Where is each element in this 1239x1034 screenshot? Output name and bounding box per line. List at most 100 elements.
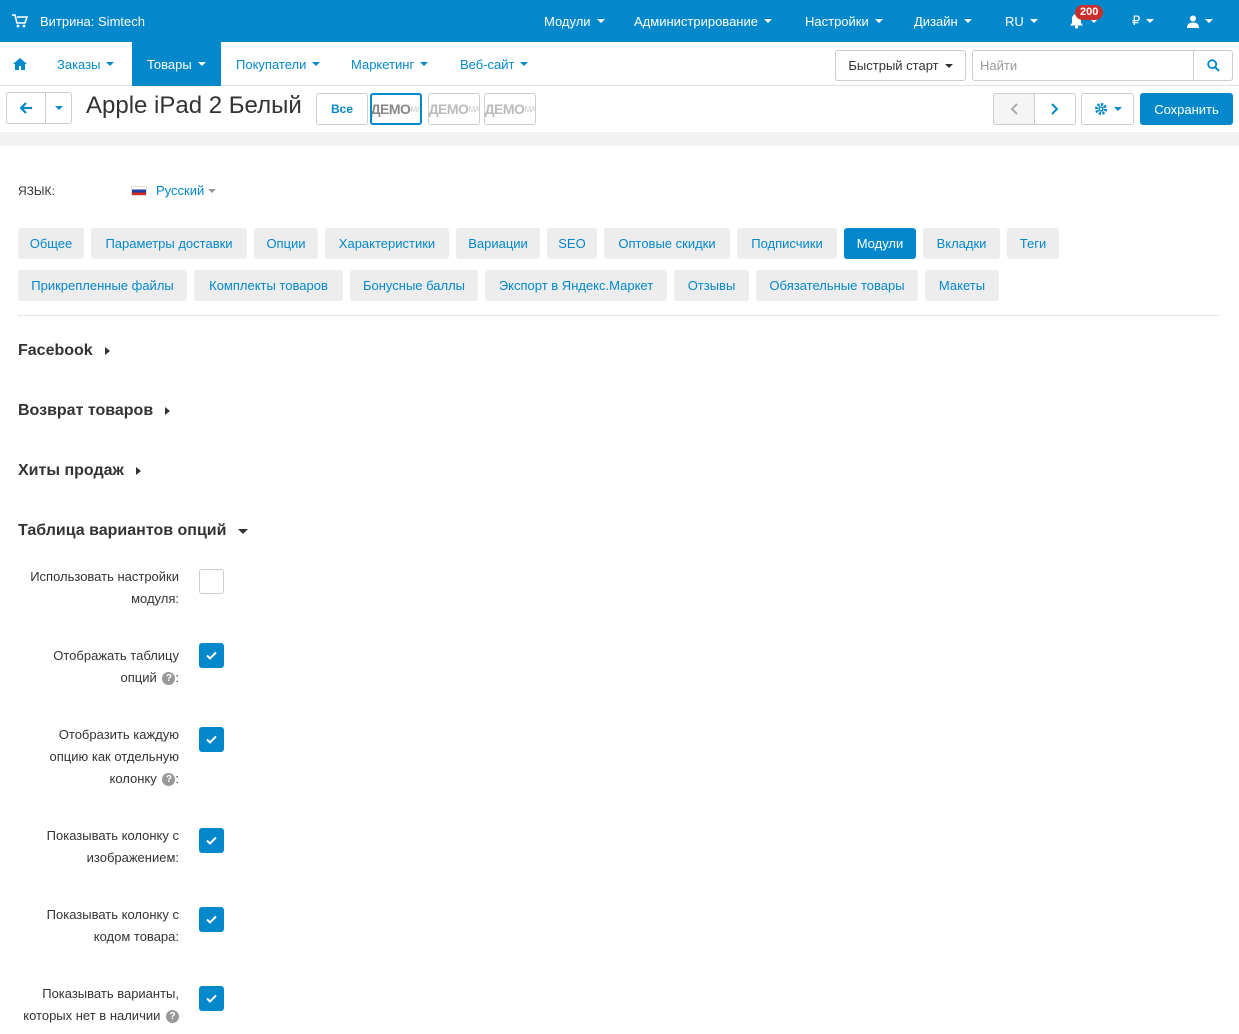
field-label-option-as-column: Отобразить каждую опцию как отдельную коло… — [49, 727, 179, 787]
tab-attachments[interactable]: Прикрепленные файлы — [18, 270, 187, 301]
tab-tags[interactable]: Теги — [1007, 228, 1059, 259]
help-icon[interactable]: ? — [162, 672, 176, 686]
image-thumbnail[interactable]: ДЕМО МА — [428, 93, 480, 125]
checkmark-icon — [206, 836, 217, 845]
menu-settings[interactable]: Настройки — [805, 0, 883, 42]
thumbnail-label: ДЕМО — [428, 101, 469, 117]
sku-column-checkbox[interactable] — [199, 907, 224, 932]
tab-tabs[interactable]: Вкладки — [923, 228, 1000, 259]
search-input[interactable] — [972, 50, 1194, 81]
chevron-down-icon — [963, 19, 972, 23]
tab-label: Отзывы — [687, 278, 736, 293]
caret-right-icon — [165, 407, 171, 415]
tab-bundles[interactable]: Комплекты товаров — [194, 270, 343, 301]
search-button[interactable] — [1193, 50, 1233, 81]
show-options-table-checkbox[interactable] — [199, 643, 224, 668]
out-of-stock-checkbox[interactable] — [199, 986, 224, 1011]
tab-variations[interactable]: Вариации — [456, 228, 540, 259]
quick-start-label: Быстрый старт — [848, 58, 939, 73]
tab-general[interactable]: Общее — [18, 228, 84, 259]
chevron-down-icon — [312, 62, 321, 66]
nav-marketing[interactable]: Маркетинг — [351, 42, 429, 86]
menu-language[interactable]: RU — [1005, 0, 1038, 42]
settings-menu-button[interactable] — [1081, 93, 1134, 125]
chevron-down-icon — [596, 19, 605, 23]
tab-required-products[interactable]: Обязательные товары — [756, 270, 918, 301]
use-module-settings-checkbox[interactable] — [199, 569, 224, 594]
tab-label: SEO — [558, 236, 586, 251]
section-title: Возврат товаров — [18, 402, 154, 419]
image-thumbnail[interactable]: ДЕМО МА — [484, 93, 536, 125]
back-dropdown-button[interactable] — [45, 92, 72, 124]
nav-orders-label: Заказы — [57, 56, 101, 72]
notifications-badge: 200 — [1075, 5, 1104, 20]
tab-seo[interactable]: SEO — [547, 228, 597, 259]
section-bestsellers[interactable]: Хиты продаж — [18, 462, 141, 480]
checkmark-icon — [206, 651, 217, 660]
caret-down-icon — [238, 528, 249, 534]
section-option-variants-table[interactable]: Таблица вариантов опций — [18, 522, 249, 540]
section-title: Таблица вариантов опций — [18, 522, 227, 539]
field-label-sku-column: Показывать колонку с кодом товара: — [46, 907, 179, 944]
image-thumbnail[interactable]: ДЕМО МА — [370, 93, 422, 125]
image-column-checkbox[interactable] — [199, 828, 224, 853]
tab-subscribers[interactable]: Подписчики — [737, 228, 837, 259]
field-label-image-column: Показывать колонку с изображением: — [46, 828, 179, 865]
chevron-left-icon — [1010, 103, 1018, 115]
prev-product-button[interactable] — [993, 93, 1035, 125]
all-images-button[interactable]: Все — [316, 93, 368, 125]
arrow-left-icon — [19, 102, 32, 114]
chevron-down-icon — [197, 62, 206, 66]
menu-language-label: RU — [1005, 13, 1024, 29]
field-label-out-of-stock: Показывать варианты, которых нет в наличи… — [23, 986, 179, 1024]
tab-shipping[interactable]: Параметры доставки — [91, 228, 247, 259]
next-product-button[interactable] — [1034, 93, 1076, 125]
save-button[interactable]: Сохранить — [1140, 93, 1233, 125]
nav-website[interactable]: Веб-сайт — [460, 42, 529, 86]
top-bar: Витрина: Simtech Модули Администрировани… — [0, 0, 1239, 42]
save-label: Сохранить — [1154, 101, 1219, 117]
home-button[interactable] — [13, 42, 27, 86]
quick-start-button[interactable]: Быстрый старт — [835, 50, 966, 81]
tab-label: Характеристики — [338, 236, 436, 251]
nav-products[interactable]: Товары — [132, 42, 221, 86]
tab-label: Параметры доставки — [105, 236, 233, 251]
nav-orders[interactable]: Заказы — [57, 42, 115, 86]
tab-label: Макеты — [938, 278, 986, 293]
chevron-down-icon — [944, 63, 953, 68]
chevron-down-icon — [520, 62, 529, 66]
chevron-down-icon — [106, 62, 115, 66]
thumbnail-sup: МА — [468, 104, 480, 114]
section-returns[interactable]: Возврат товаров — [18, 402, 171, 420]
tab-options[interactable]: Опции — [254, 228, 318, 259]
menu-modules[interactable]: Модули — [544, 0, 605, 42]
menu-currency[interactable]: ₽ — [1132, 0, 1155, 42]
tab-layouts[interactable]: Макеты — [925, 270, 999, 301]
all-images-label: Все — [330, 102, 353, 116]
tab-reward-points[interactable]: Бонусные баллы — [350, 270, 478, 301]
tab-features[interactable]: Характеристики — [325, 228, 449, 259]
section-facebook[interactable]: Facebook — [18, 342, 110, 360]
nav-customers[interactable]: Покупатели — [236, 42, 321, 86]
menu-design[interactable]: Дизайн — [914, 0, 972, 42]
tab-wholesale[interactable]: Оптовые скидки — [604, 228, 730, 259]
help-icon[interactable]: ? — [166, 1010, 179, 1024]
option-as-column-checkbox[interactable] — [199, 727, 224, 752]
tab-yandex-market[interactable]: Экспорт в Яндекс.Маркет — [485, 270, 667, 301]
language-select[interactable]: Русский — [131, 183, 217, 198]
chevron-right-icon — [1051, 103, 1059, 115]
tabs-divider — [18, 315, 1219, 316]
storefront-label: Витрина: Simtech — [40, 13, 145, 29]
russia-flag-icon — [131, 185, 147, 196]
storefront-selector[interactable]: Витрина: Simtech — [12, 0, 145, 42]
user-menu[interactable] — [1187, 0, 1213, 42]
help-icon[interactable]: ? — [162, 773, 176, 787]
chevron-down-icon — [1205, 19, 1213, 23]
tab-modules[interactable]: Модули — [844, 228, 916, 259]
field-label-use-module-settings: Использовать настройки модуля: — [30, 569, 179, 606]
menu-administration[interactable]: Администрирование — [634, 0, 772, 42]
tab-label: Бонусные баллы — [362, 278, 466, 293]
menu-currency-label: ₽ — [1132, 13, 1141, 28]
back-button[interactable] — [6, 92, 46, 124]
tab-reviews[interactable]: Отзывы — [674, 270, 749, 301]
